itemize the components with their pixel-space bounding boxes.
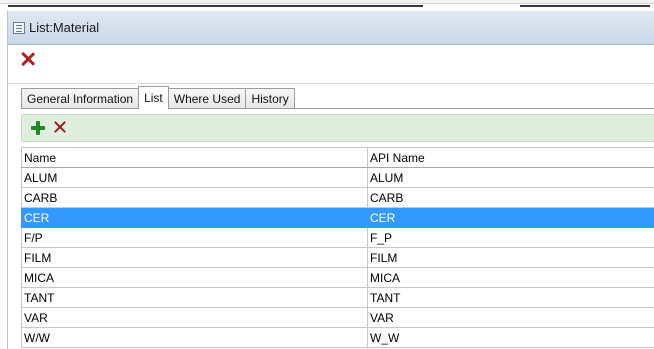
table-row[interactable]: TANT TANT — [21, 287, 654, 308]
tab-general-information[interactable]: General Information — [21, 88, 140, 109]
cell-name[interactable]: VAR — [21, 307, 368, 328]
table-row[interactable]: ALUM ALUM — [21, 167, 654, 188]
cell-name[interactable]: CER — [21, 207, 368, 228]
table-row[interactable]: MICA MICA — [21, 267, 654, 288]
table-row-selected[interactable]: CER CER — [21, 207, 654, 228]
table-row[interactable]: W/W W_W — [21, 327, 654, 348]
cell-api-name[interactable]: W_W — [367, 327, 654, 348]
table-header-row: Name API Name — [21, 147, 654, 168]
top-edge-line-right — [520, 5, 650, 7]
window-titlebar: List:Material — [8, 11, 654, 45]
close-icon[interactable] — [20, 51, 36, 67]
cell-name[interactable]: TANT — [21, 287, 368, 308]
table-row[interactable]: F/P F_P — [21, 227, 654, 248]
top-edge — [0, 0, 654, 10]
cell-api-name[interactable]: CARB — [367, 187, 654, 208]
cell-api-name[interactable]: FILM — [367, 247, 654, 268]
add-icon[interactable] — [30, 120, 46, 136]
cell-api-name[interactable]: CER — [367, 207, 654, 228]
material-list-window: List:Material General Information List W… — [7, 11, 654, 349]
table-row[interactable]: VAR VAR — [21, 307, 654, 328]
delete-icon[interactable] — [52, 119, 68, 135]
tab-list[interactable]: List — [138, 86, 169, 109]
material-table: Name API Name ALUM ALUM CARB CARB CER CE… — [21, 147, 654, 348]
column-header-name[interactable]: Name — [21, 147, 368, 168]
table-row[interactable]: FILM FILM — [21, 247, 654, 268]
top-edge-lines — [0, 5, 654, 8]
tab-history[interactable]: History — [245, 88, 295, 109]
cell-name[interactable]: MICA — [21, 267, 368, 288]
cell-api-name[interactable]: F_P — [367, 227, 654, 248]
top-edge-line-left — [8, 5, 423, 7]
cell-name[interactable]: FILM — [21, 247, 368, 268]
window-toolbar — [8, 46, 654, 84]
column-header-api-name[interactable]: API Name — [367, 147, 654, 168]
cell-name[interactable]: W/W — [21, 327, 368, 348]
window-title: List:Material — [29, 20, 100, 35]
cell-name[interactable]: ALUM — [21, 167, 368, 188]
list-panel: Name API Name ALUM ALUM CARB CARB CER CE… — [21, 108, 654, 349]
table-row[interactable]: CARB CARB — [21, 187, 654, 208]
tab-strip: General Information List Where Used Hist… — [21, 86, 295, 109]
list-window-icon — [13, 22, 25, 34]
cell-api-name[interactable]: ALUM — [367, 167, 654, 188]
cell-name[interactable]: F/P — [21, 227, 368, 248]
list-toolbar — [21, 114, 654, 142]
tab-where-used[interactable]: Where Used — [167, 88, 247, 109]
cell-api-name[interactable]: MICA — [367, 267, 654, 288]
cell-api-name[interactable]: VAR — [367, 307, 654, 328]
cell-name[interactable]: CARB — [21, 187, 368, 208]
cell-api-name[interactable]: TANT — [367, 287, 654, 308]
top-edge-bar — [0, 0, 654, 4]
